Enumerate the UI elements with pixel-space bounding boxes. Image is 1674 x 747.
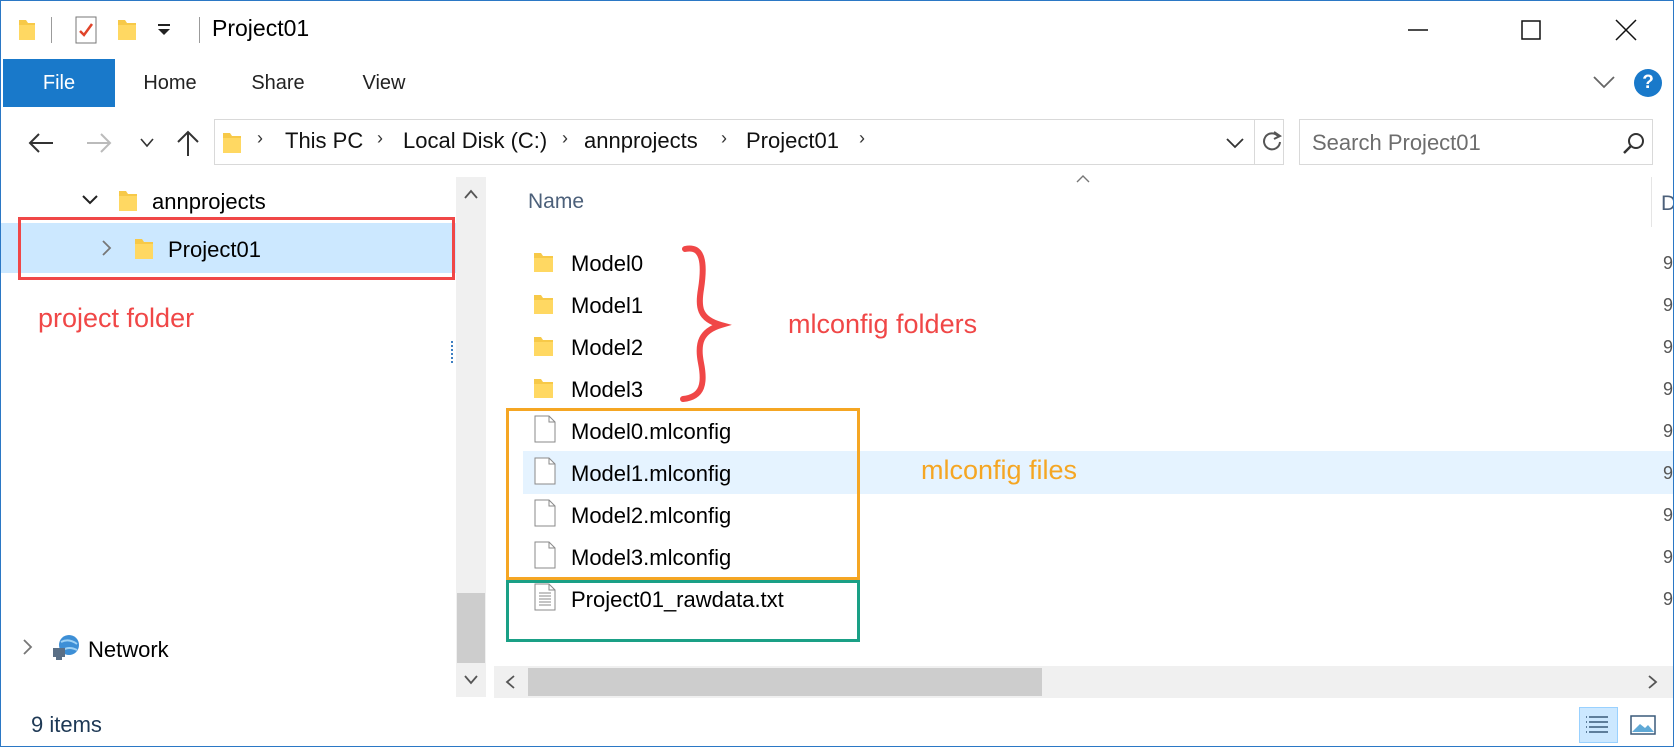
date-cell-cut: 9 — [1663, 463, 1674, 483]
folder-icon — [534, 379, 553, 398]
date-cell-cut: 9 — [1663, 505, 1674, 525]
list-item[interactable]: Model1 — [571, 293, 643, 319]
breadcrumb-annprojects[interactable]: annprojects — [584, 128, 698, 154]
title-separator — [51, 17, 52, 43]
breadcrumb-project01[interactable]: Project01 — [746, 128, 839, 154]
file-list-horizontal-scroll-thumb[interactable] — [528, 668, 1042, 696]
search-icon[interactable] — [1622, 131, 1646, 155]
date-cell-cut: 9 — [1663, 337, 1674, 357]
list-item[interactable]: Model0 — [571, 251, 643, 277]
list-item[interactable]: Model2 — [571, 335, 643, 361]
address-folder-icon — [223, 133, 241, 153]
date-cell-cut: 9 — [1663, 379, 1674, 399]
breadcrumb-this-pc[interactable]: This PC — [285, 128, 363, 154]
rawdata-file-highlight-box — [506, 580, 860, 642]
date-cell-cut: 9 — [1663, 421, 1674, 441]
window-title: Project01 — [212, 15, 310, 41]
maximize-icon — [1521, 20, 1541, 40]
curly-brace-annotation — [680, 245, 732, 402]
sort-ascending-icon[interactable] — [1075, 174, 1091, 184]
list-item[interactable]: Model3 — [571, 377, 643, 403]
breadcrumb-separator-icon[interactable]: › — [377, 128, 383, 149]
details-view-button[interactable] — [1579, 707, 1618, 743]
column-header-date-cut[interactable]: D — [1661, 192, 1673, 216]
large-icons-view-icon — [1630, 715, 1656, 735]
scroll-left-arrow-icon[interactable] — [503, 673, 517, 691]
expanded-chevron-icon[interactable] — [81, 193, 99, 207]
close-icon — [1615, 19, 1637, 41]
annprojects-folder-icon — [119, 191, 137, 211]
tree-item-network[interactable]: Network — [88, 637, 169, 663]
search-input[interactable]: Search Project01 — [1312, 130, 1481, 156]
folder-icon — [534, 295, 553, 314]
project-folder-highlight-box — [18, 217, 455, 280]
scroll-down-arrow-icon[interactable] — [462, 673, 480, 687]
properties-icon[interactable] — [74, 15, 98, 45]
status-bar — [1, 698, 1673, 746]
mlconfig-files-highlight-box — [506, 408, 860, 580]
minimize-icon — [1408, 29, 1428, 31]
annotation-mlconfig-folders: mlconfig folders — [788, 309, 978, 339]
address-divider — [1254, 120, 1255, 164]
breadcrumb-local-disk[interactable]: Local Disk (C:) — [403, 128, 547, 154]
explorer-window: Project01 File Home Share View ? › This … — [0, 0, 1674, 747]
breadcrumb-separator-icon[interactable]: › — [721, 128, 727, 149]
date-cell-cut: 9 — [1663, 295, 1674, 315]
quick-access-folder-icon[interactable] — [17, 16, 37, 42]
tab-file[interactable]: File — [3, 59, 115, 107]
details-view-icon — [1586, 716, 1608, 733]
breadcrumb-separator-icon[interactable]: › — [562, 128, 568, 149]
title-separator-2 — [199, 17, 200, 43]
refresh-icon[interactable] — [1260, 130, 1284, 154]
folder-icon — [534, 337, 553, 356]
annotation-mlconfig-files: mlconfig files — [921, 455, 1078, 485]
folder-icon — [534, 253, 553, 272]
network-collapsed-chevron-icon[interactable] — [21, 638, 33, 656]
annotation-project-folder: project folder — [38, 303, 195, 333]
recent-locations-chevron-icon[interactable] — [139, 137, 155, 149]
date-cell-cut: 9 — [1663, 253, 1674, 273]
breadcrumb-separator-icon[interactable]: › — [859, 128, 865, 149]
navigation-pane-scroll-thumb[interactable] — [457, 593, 485, 663]
date-cell-cut: 9 — [1663, 589, 1674, 609]
help-button[interactable]: ? — [1634, 69, 1662, 97]
tab-home[interactable]: Home — [133, 59, 207, 107]
tab-share[interactable]: Share — [241, 59, 315, 107]
large-icons-view-button[interactable] — [1623, 707, 1662, 743]
pane-resize-handle[interactable] — [451, 341, 455, 363]
maximize-button[interactable] — [1486, 1, 1576, 59]
breadcrumb-separator-icon[interactable]: › — [257, 128, 263, 149]
expand-ribbon-chevron-icon[interactable] — [1592, 74, 1616, 90]
up-arrow-icon[interactable] — [176, 129, 200, 157]
minimize-button[interactable] — [1373, 1, 1463, 59]
date-cell-cut: 9 — [1663, 547, 1674, 567]
network-icon — [53, 635, 79, 660]
tab-view[interactable]: View — [351, 59, 417, 107]
column-header-name[interactable]: Name — [528, 190, 584, 214]
item-count: 9 items — [31, 712, 102, 737]
back-arrow-icon[interactable] — [27, 132, 55, 154]
forward-arrow-icon[interactable] — [85, 132, 113, 154]
address-history-chevron-icon[interactable] — [1225, 136, 1245, 150]
column-divider[interactable] — [1651, 177, 1652, 227]
new-folder-icon[interactable] — [116, 16, 138, 42]
scroll-right-arrow-icon[interactable] — [1646, 673, 1660, 691]
close-button[interactable] — [1581, 1, 1671, 59]
customize-toolbar-dropdown-icon[interactable] — [156, 23, 172, 37]
scroll-up-arrow-icon[interactable] — [462, 187, 480, 201]
tree-item-annprojects[interactable]: annprojects — [152, 189, 266, 215]
